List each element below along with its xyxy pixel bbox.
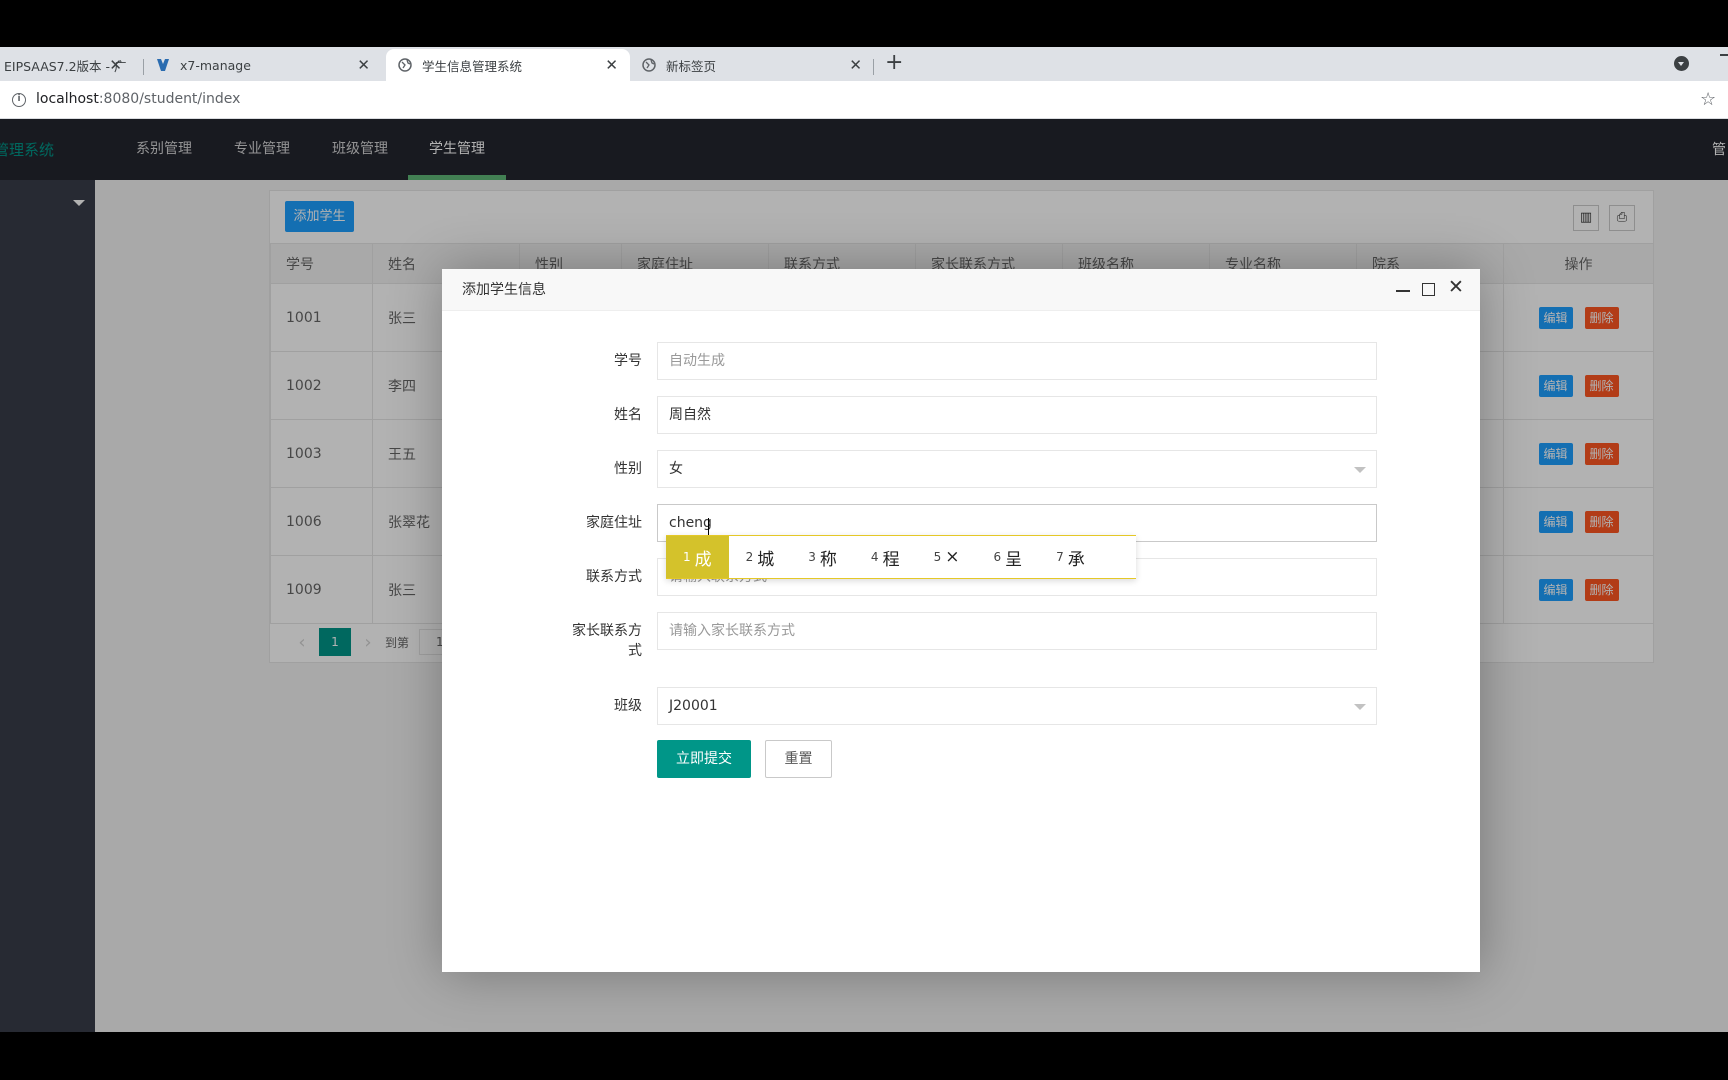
tab-title: 新标签页 (666, 58, 717, 74)
maximize-icon[interactable] (1422, 283, 1435, 296)
close-icon[interactable]: ✕ (1448, 278, 1464, 297)
class-value: J20001 (669, 698, 718, 714)
tab-title: x7-manage (180, 57, 251, 73)
minimize-icon[interactable] (1396, 290, 1410, 292)
tab-x7-manage[interactable]: x7-manage ✕ (144, 49, 382, 81)
url-host: localhost (36, 91, 99, 107)
add-student-dialog: 添加学生信息 ✕ 学号 自动生成 姓名 周自然 性别 女 家庭住址 cheng … (442, 269, 1480, 972)
field-label-contact: 联系方式 (586, 569, 642, 585)
globe-icon (398, 58, 412, 72)
field-label-parent-contact: 家长联系方 式 (552, 621, 642, 661)
address-bar[interactable]: i localhost:8080/student/index ☆ (0, 81, 1728, 119)
close-icon[interactable]: ✕ (357, 57, 370, 73)
ime-candidate[interactable]: 4程 (854, 536, 917, 578)
close-icon[interactable]: ✕ (849, 57, 862, 73)
tab-divider (873, 59, 874, 75)
info-icon[interactable]: i (12, 93, 26, 107)
ime-candidate-bar: 1成 2城 3称 4程 5 × 6呈 7承 (666, 535, 1136, 579)
field-label-address: 家庭住址 (586, 515, 642, 531)
globe-icon (642, 58, 656, 72)
parent-contact-input[interactable]: 请输入家长联系方式 (657, 612, 1377, 650)
window-minimize-icon[interactable] (1720, 54, 1728, 56)
name-input[interactable]: 周自然 (657, 396, 1377, 434)
url-text[interactable]: localhost:8080/student/index (36, 91, 240, 107)
ime-candidate[interactable]: 2城 (729, 536, 792, 578)
ime-candidate[interactable]: 6呈 (976, 536, 1039, 578)
field-label-name: 姓名 (614, 407, 642, 423)
close-icon[interactable]: ✕ (605, 57, 618, 73)
gender-select[interactable]: 女 (657, 450, 1377, 488)
student-id-input[interactable]: 自动生成 (657, 342, 1377, 380)
close-icon[interactable]: ✕ (109, 57, 122, 73)
caret-down-icon (1354, 704, 1366, 710)
browser-tab-strip: EIPSAAS7.2版本 - 广 ✕ x7-manage ✕ 学生信息管理系统 … (0, 47, 1728, 81)
ime-candidate[interactable]: 3称 (791, 536, 854, 578)
reset-button[interactable]: 重置 (765, 740, 832, 778)
field-label-gender: 性别 (614, 461, 642, 477)
field-label-id: 学号 (614, 353, 642, 369)
bookmark-star-icon[interactable]: ☆ (1700, 89, 1716, 110)
tab-eipsaas[interactable]: EIPSAAS7.2版本 - 广 ✕ (0, 49, 134, 81)
tab-title: 学生信息管理系统 (422, 58, 523, 74)
label-line: 式 (628, 643, 642, 659)
submit-button[interactable]: 立即提交 (657, 740, 751, 778)
text-cursor (708, 518, 709, 536)
screen: EIPSAAS7.2版本 - 广 ✕ x7-manage ✕ 学生信息管理系统 … (0, 0, 1728, 1080)
label-line: 家长联系方 (572, 623, 642, 639)
dialog-title: 添加学生信息 (442, 269, 1480, 311)
url-path: :8080/student/index (98, 91, 241, 107)
new-tab-plus-icon[interactable]: + (885, 52, 903, 74)
tab-title: EIPSAAS7.2版本 - 广 (4, 58, 127, 74)
field-label-class: 班级 (614, 698, 642, 714)
class-select[interactable]: J20001 (657, 687, 1377, 725)
ime-candidate[interactable]: 1成 (666, 536, 729, 578)
tab-search-icon[interactable] (1674, 56, 1689, 71)
gender-value: 女 (669, 461, 683, 477)
ime-candidate[interactable]: 7承 (1039, 536, 1102, 578)
ime-candidate[interactable]: 5 × (917, 536, 977, 578)
tab-student-system[interactable]: 学生信息管理系统 ✕ (386, 49, 630, 81)
app-logo-icon (156, 58, 170, 72)
tab-new-tab[interactable]: 新标签页 ✕ (630, 49, 874, 81)
caret-down-icon (1354, 467, 1366, 473)
